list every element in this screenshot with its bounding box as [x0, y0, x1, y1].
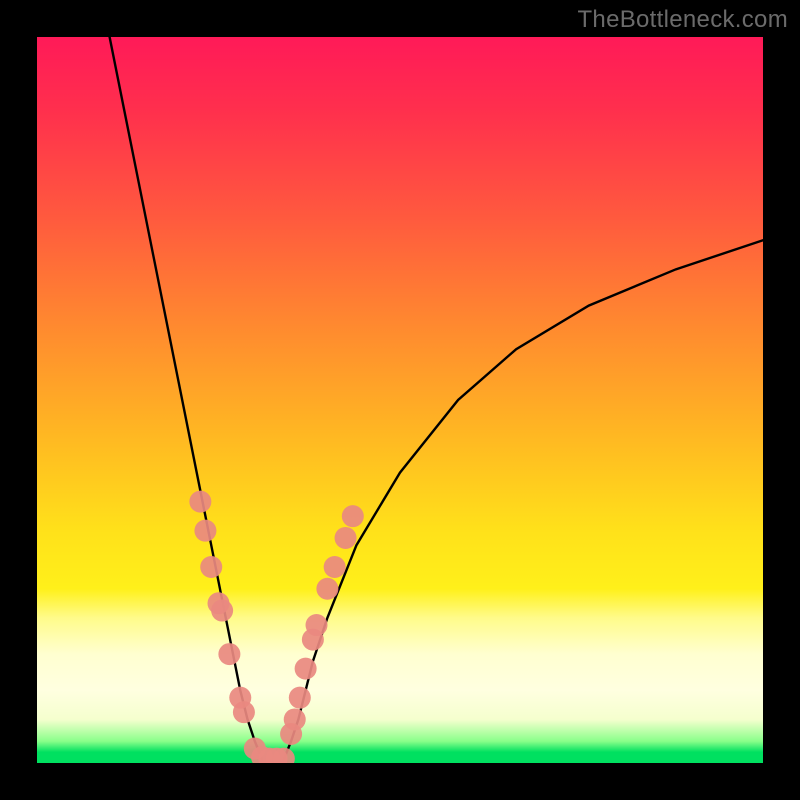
data-point: [295, 658, 317, 680]
data-point: [324, 556, 346, 578]
curve-layer: [110, 37, 763, 759]
data-point: [233, 701, 255, 723]
data-point: [284, 708, 306, 730]
watermark-text: TheBottleneck.com: [577, 6, 788, 34]
data-point: [289, 687, 311, 709]
data-point: [218, 643, 240, 665]
curve-right-branch: [284, 240, 763, 759]
data-point: [342, 505, 364, 527]
data-point: [335, 527, 357, 549]
chart-overlay: [37, 37, 763, 763]
data-point: [200, 556, 222, 578]
points-layer: [189, 491, 363, 763]
chart-frame: TheBottleneck.com: [0, 0, 800, 800]
data-point: [211, 600, 233, 622]
data-point: [194, 520, 216, 542]
data-point: [306, 614, 328, 636]
data-point: [316, 578, 338, 600]
data-point: [189, 491, 211, 513]
